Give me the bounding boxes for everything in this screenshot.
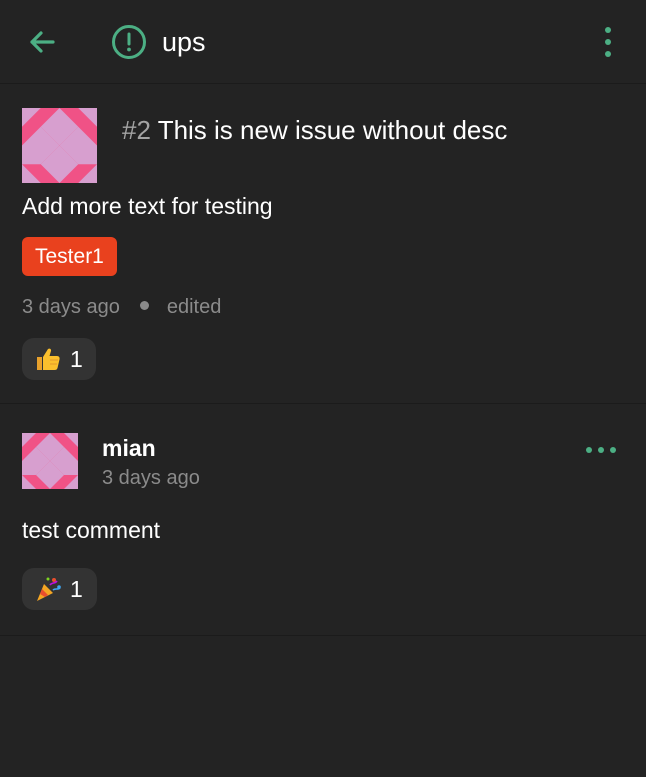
- avatar[interactable]: [22, 433, 78, 489]
- issue-title: #2 This is new issue without desc: [122, 113, 507, 147]
- separator-dot: [139, 301, 149, 311]
- issue-open-icon: [111, 24, 147, 60]
- comment-time: 3 days ago: [102, 467, 200, 489]
- back-button[interactable]: [22, 22, 62, 62]
- label-chip[interactable]: Tester1: [22, 237, 117, 276]
- top-app-bar: ups: [0, 0, 646, 84]
- issue-title-text: This is new issue without desc: [157, 115, 508, 145]
- party-popper-icon: [34, 575, 62, 603]
- issue-body: Add more text for testing: [22, 193, 273, 219]
- more-vertical-icon: [605, 27, 611, 57]
- page-title: ups: [162, 27, 206, 57]
- issue-header: #2 This is new issue without desc Add mo…: [0, 85, 646, 404]
- thumbs-up-icon: [34, 345, 62, 373]
- overflow-menu-button[interactable]: [594, 22, 622, 62]
- comment-author[interactable]: mian: [102, 434, 156, 462]
- reaction-chip[interactable]: 1: [22, 338, 96, 380]
- arrow-left-icon: [30, 31, 55, 53]
- reaction-chip[interactable]: 1: [22, 568, 97, 610]
- issue-number: #2: [122, 115, 151, 145]
- comment-item: mian 3 days ago test comment 1: [0, 405, 646, 636]
- more-horizontal-icon: [586, 447, 616, 453]
- identicon-avatar: [22, 108, 97, 183]
- issue-meta: 3 days ago edited: [22, 294, 221, 320]
- issue-created-time: 3 days ago: [22, 296, 120, 318]
- edited-indicator[interactable]: edited: [167, 296, 222, 318]
- reaction-count: 1: [70, 575, 83, 602]
- avatar[interactable]: [22, 108, 97, 183]
- reaction-count: 1: [70, 345, 83, 372]
- identicon-avatar: [22, 433, 78, 489]
- comment-menu-button[interactable]: [582, 438, 622, 462]
- comment-body: test comment: [22, 517, 161, 543]
